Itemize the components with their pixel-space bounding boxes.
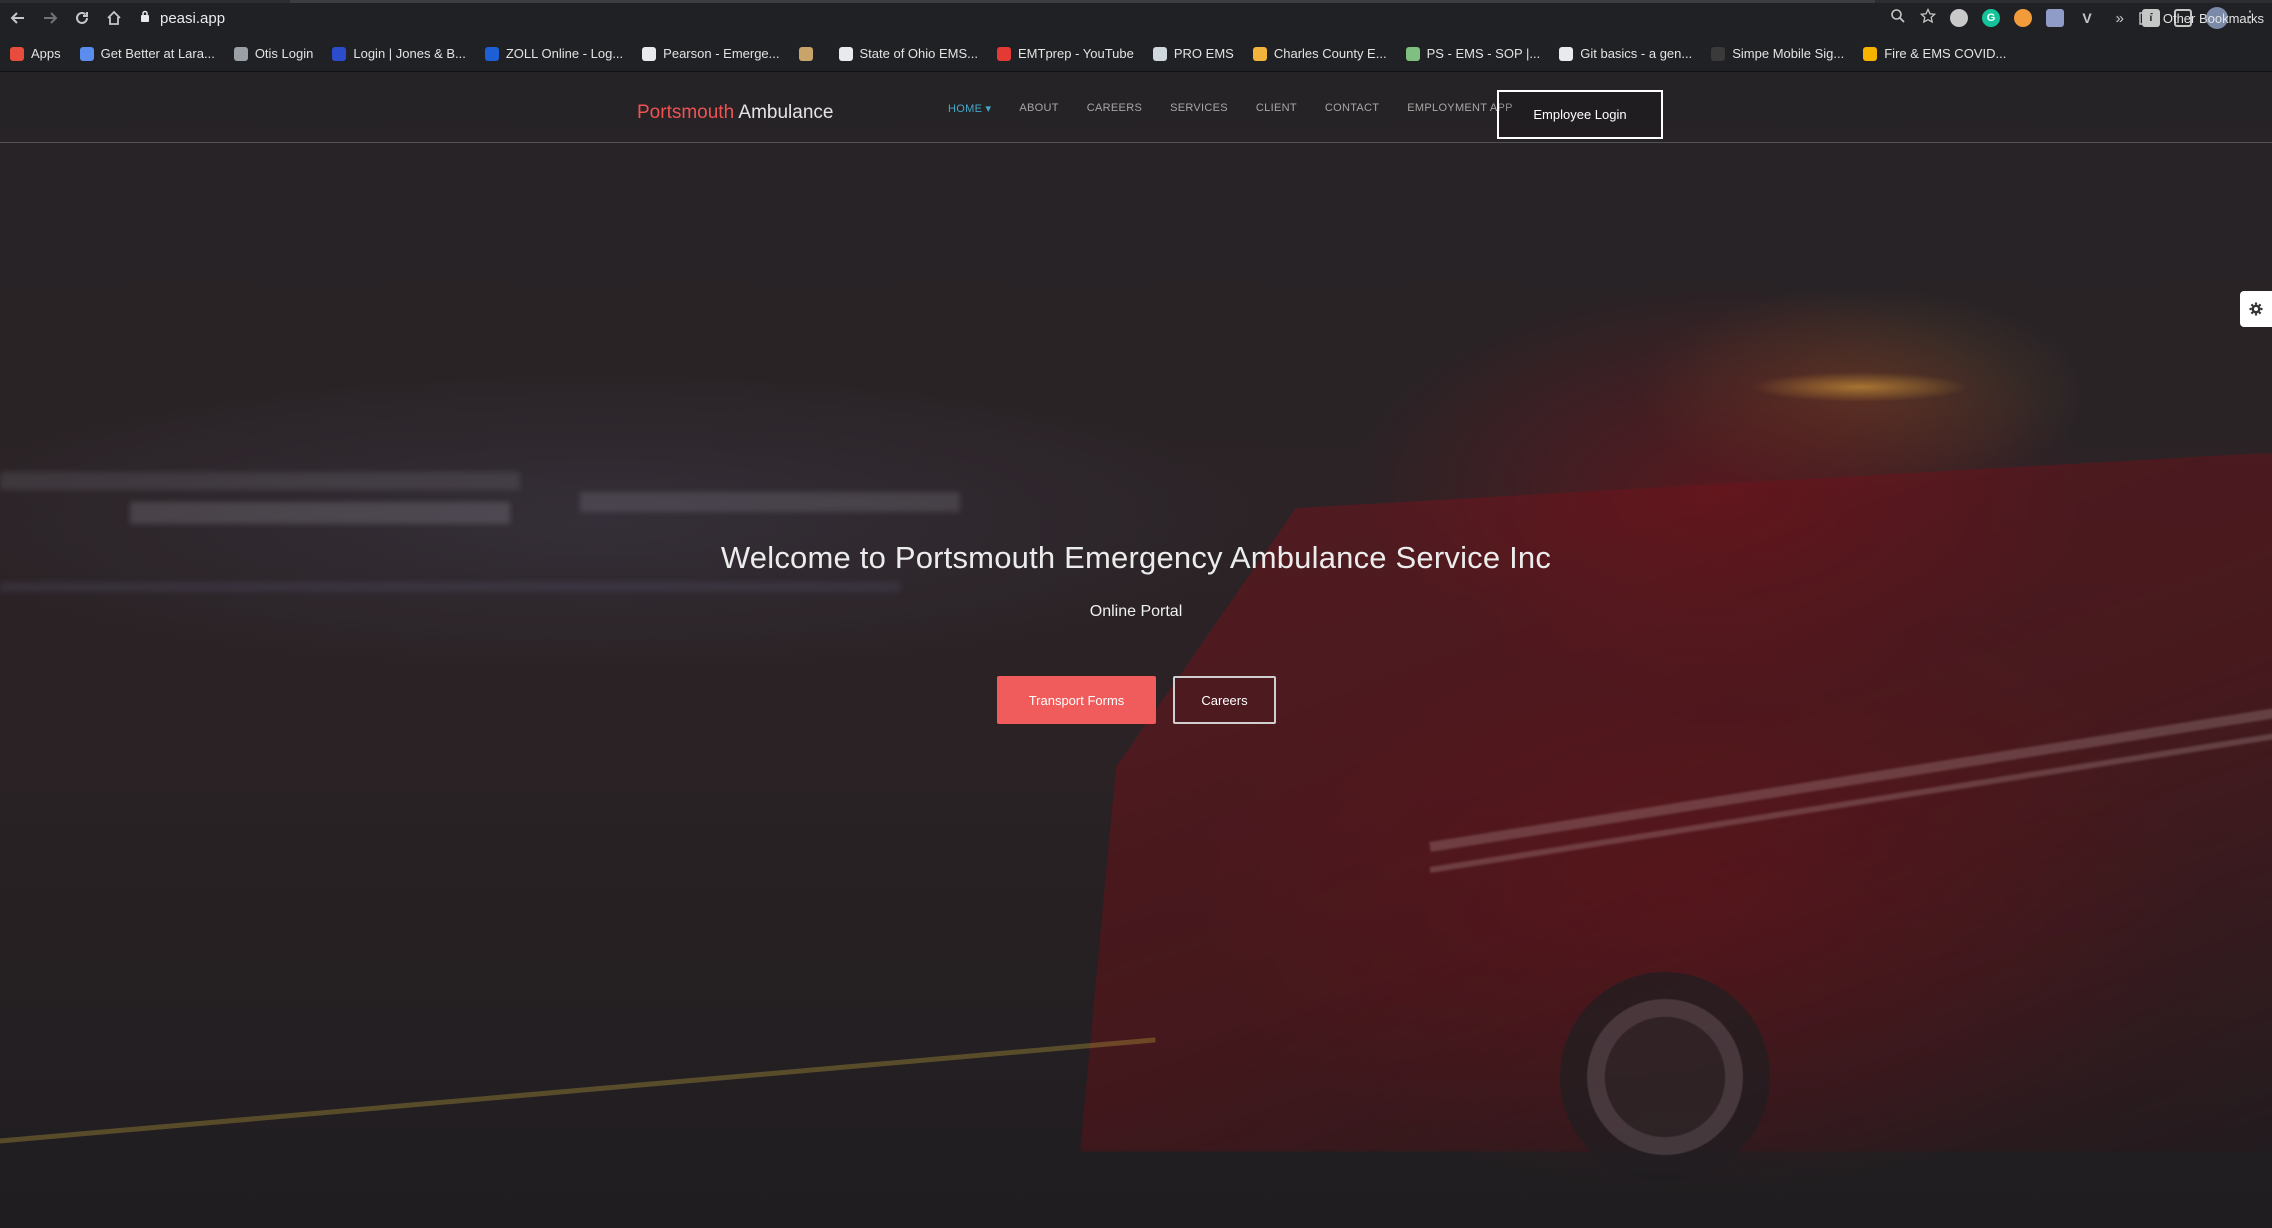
bookmarks-bar: Apps Get Better at Lara... Otis Login Login…	[0, 36, 2272, 72]
bookmark-label: PRO EMS	[1173, 46, 1234, 61]
bookmark-label: PS - EMS - SOP |...	[1426, 46, 1541, 61]
logo-red-text: Portsmouth	[637, 102, 735, 123]
bookmark-favicon-icon	[1711, 46, 1726, 61]
bookmark-item[interactable]: Simpe Mobile Sig...	[1711, 46, 1844, 61]
bookmark-favicon-icon	[233, 46, 248, 61]
emergency-lights	[1750, 372, 1970, 402]
bookmark-star-icon[interactable]	[1919, 7, 1937, 29]
bookmark-label: Simpe Mobile Sig...	[1732, 46, 1845, 61]
forward-icon[interactable]	[34, 0, 66, 36]
extension-icon[interactable]	[2046, 9, 2064, 27]
nav-item-about[interactable]: ABOUT	[1019, 102, 1058, 115]
hero-subtitle: Online Portal	[1089, 603, 1183, 620]
bookmark-label: Charles County E...	[1273, 46, 1387, 61]
bookmark-label: Otis Login	[254, 46, 314, 61]
bookmark-favicon-icon	[1252, 46, 1267, 61]
bookmark-item[interactable]: Get Better at Lara...	[79, 46, 215, 61]
bookmark-label: ZOLL Online - Log...	[505, 46, 624, 61]
settings-gear-icon[interactable]	[2240, 291, 2272, 327]
bookmark-item[interactable]: Charles County E...	[1252, 46, 1387, 61]
url-text[interactable]: peasi.app	[160, 10, 225, 27]
hero-background	[0, 72, 2272, 1228]
bookmark-favicon-icon	[484, 46, 499, 61]
bookmark-favicon-icon	[1405, 46, 1420, 61]
main-menu: HOME ▾ ABOUT CAREERS SERVICES CLIENT CONTACT E…	[948, 102, 1541, 115]
bookmark-item[interactable]: Pearson - Emerge...	[642, 46, 780, 61]
bookmark-favicon-icon	[1152, 46, 1167, 61]
employee-login-button[interactable]: Employee Login	[1497, 90, 1663, 139]
bookmark-favicon-icon	[1863, 46, 1878, 61]
bookmark-favicon-icon	[642, 46, 657, 61]
bookmark-favicon-icon	[997, 46, 1011, 61]
logo-white-text: Ambulance	[738, 102, 834, 123]
bookmark-label: Fire & EMS COVID...	[1884, 46, 2007, 61]
nav-item-contact[interactable]: CONTACT	[1325, 102, 1379, 115]
zoom-icon[interactable]	[1890, 8, 1906, 29]
bookmark-label: Get Better at Lara...	[100, 46, 215, 61]
extension-icon[interactable]	[1950, 9, 1968, 27]
bookmark-favicon-icon	[798, 46, 813, 61]
bookmark-item[interactable]: Git basics - a gen...	[1559, 46, 1692, 61]
bookmark-item[interactable]: Apps	[10, 46, 61, 61]
light-streak	[130, 502, 510, 524]
light-streak	[0, 472, 520, 490]
bookmark-label: EMTprep - YouTube	[1018, 46, 1134, 61]
bookmark-favicon-icon	[838, 46, 853, 61]
bookmark-item[interactable]: Otis Login	[233, 46, 314, 61]
bookmark-item[interactable]: State of Ohio EMS...	[838, 46, 979, 61]
other-bookmarks-label: Other Bookmarks	[2162, 10, 2264, 26]
bookmark-label: Git basics - a gen...	[1580, 46, 1693, 61]
lock-icon	[140, 10, 150, 27]
bookmark-item[interactable]: Fire & EMS COVID...	[1863, 46, 2006, 61]
bookmark-item[interactable]: ZOLL Online - Log...	[484, 46, 624, 61]
bookmark-favicon-icon	[1559, 46, 1574, 61]
nav-item-careers[interactable]: CAREERS	[1087, 102, 1142, 115]
careers-button[interactable]: Careers	[1173, 676, 1276, 724]
browser-toolbar: peasi.app G V ◌ f ⋮	[0, 0, 2272, 36]
bookmark-item[interactable]: PS - EMS - SOP |...	[1405, 46, 1541, 61]
transport-forms-button[interactable]: Transport Forms	[997, 676, 1156, 724]
site-logo[interactable]: Portsmouth Ambulance	[637, 102, 833, 124]
site-header: Portsmouth Ambulance HOME ▾ ABOUT CAREERS S…	[0, 72, 2272, 143]
grammarly-icon[interactable]: G	[1982, 9, 2000, 27]
light-streak	[580, 492, 960, 512]
other-bookmarks[interactable]: Other Bookmarks	[2139, 0, 2264, 36]
reload-icon[interactable]	[66, 0, 98, 36]
back-icon[interactable]	[2, 0, 34, 36]
road-line	[0, 1037, 1156, 1147]
bookmark-favicon-icon	[332, 46, 347, 61]
vimeo-icon[interactable]: V	[2078, 9, 2096, 27]
bookmark-label: Apps	[31, 46, 61, 61]
bookmark-favicon-icon	[79, 46, 94, 61]
bookmarks-overflow-icon[interactable]: »	[2116, 0, 2124, 36]
bookmark-item[interactable]: EMTprep - YouTube	[997, 46, 1134, 61]
extension-icon[interactable]	[2014, 9, 2032, 27]
bookmark-item[interactable]: Login | Jones & B...	[332, 46, 466, 61]
nav-item-services[interactable]: SERVICES	[1170, 102, 1228, 115]
apps-grid-icon	[10, 46, 24, 61]
bookmark-label: Login | Jones & B...	[353, 46, 466, 61]
light-streak	[0, 582, 900, 592]
bookmark-label: State of Ohio EMS...	[859, 46, 979, 61]
bookmark-item[interactable]	[798, 46, 820, 61]
bookmark-label: Pearson - Emerge...	[663, 46, 780, 61]
folder-icon	[2139, 12, 2155, 25]
nav-item-client[interactable]: CLIENT	[1256, 102, 1297, 115]
bookmark-item[interactable]: PRO EMS	[1152, 46, 1234, 61]
home-icon[interactable]	[98, 0, 130, 36]
nav-item-home[interactable]: HOME ▾	[948, 102, 991, 115]
ambulance-wheel	[1560, 972, 1770, 1182]
address-bar[interactable]: peasi.app	[140, 0, 225, 36]
hero-title: Welcome to Portsmouth Emergency Ambulanc…	[720, 540, 1552, 575]
